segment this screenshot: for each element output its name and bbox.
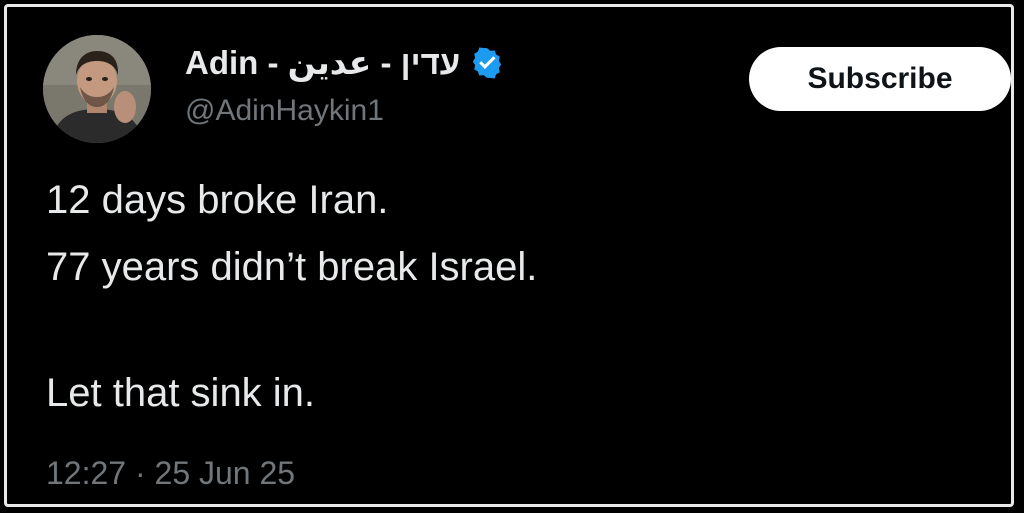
tweet-text-line-1: 12 days broke Iran. (46, 178, 389, 222)
tweet-timestamp[interactable]: 12:27 · 25 Jun 25 (46, 455, 295, 492)
author-handle[interactable]: @AdinHaykin1 (185, 94, 384, 128)
tweet-text-line-4: Let that sink in. (46, 371, 316, 415)
author-display-name[interactable]: Adin - עדין - عدين (185, 43, 460, 82)
avatar-photo (43, 35, 151, 143)
verified-badge-icon (473, 47, 502, 78)
tweet-text-line-2: 77 years didn’t break Israel. (46, 245, 538, 289)
subscribe-button[interactable]: Subscribe (749, 47, 1011, 111)
tweet-card: Adin - עדין - عدين @AdinHaykin1 Subscrib… (4, 4, 1014, 507)
author-name-row[interactable]: Adin - עדין - عدين (185, 43, 504, 82)
avatar[interactable] (43, 35, 151, 143)
